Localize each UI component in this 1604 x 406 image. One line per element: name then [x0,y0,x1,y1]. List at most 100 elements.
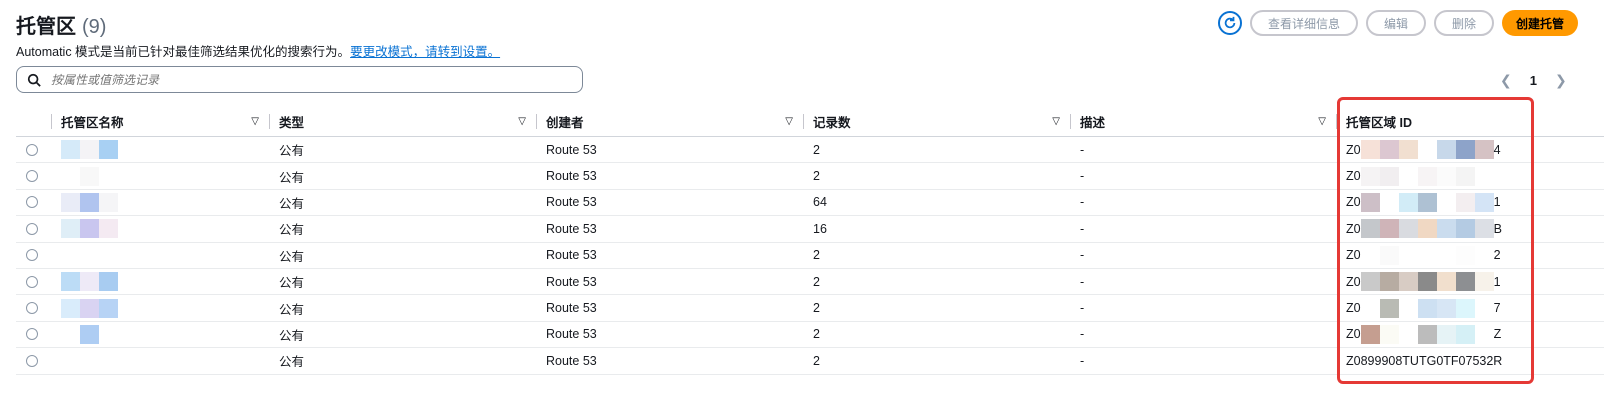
zone-id-cell: Z0 B [1336,215,1604,243]
zone-name-cell[interactable] [51,215,269,243]
table-row[interactable]: 公有 Route 53 2 - Z0 7 [16,294,1604,322]
table-header-row: 托管区名称 ▽ 类型 ▽ 创建者 ▽ 记录数 ▽ 描述 ▽ 托管区域 ID [16,106,1604,137]
column-record-count[interactable]: 记录数 ▽ [803,106,1070,137]
create-hosted-zone-button[interactable]: 创建托管 [1502,10,1579,36]
table-row[interactable]: 公有 Route 53 2 - Z0 2 [16,242,1604,269]
filter-search[interactable] [16,66,583,93]
delete-button[interactable]: 删除 [1434,10,1495,36]
table-row[interactable]: 公有 Route 53 16 - Z0 B [16,215,1604,243]
zone-name-cell[interactable] [51,294,269,322]
view-details-button[interactable]: 查看详细信息 [1250,10,1359,36]
record-count-cell: 16 [803,215,1070,243]
record-count-cell: 64 [803,189,1070,217]
column-type[interactable]: 类型 ▽ [269,106,536,137]
sort-caret-icon[interactable]: ▽ [251,116,259,127]
description-cell: - [1070,162,1336,190]
type-cell: 公有 [269,242,536,269]
created-by-cell: Route 53 [536,162,803,190]
sort-caret-icon[interactable]: ▽ [1052,116,1060,127]
description-cell: - [1070,215,1336,243]
search-mode-info: Automatic 模式是当前已针对最佳筛选结果优化的搜索行为。要更改模式，请转… [16,41,500,60]
description-cell: - [1070,189,1336,217]
radio-button[interactable] [26,354,38,367]
record-count-cell: 2 [803,294,1070,322]
redacted-zone-name [61,298,118,318]
description-cell: - [1070,268,1336,296]
table-row[interactable]: 公有 Route 53 2 - Z0 1 [16,268,1604,296]
header-actions: 查看详细信息 编辑 删除 创建托管 [1218,10,1579,36]
column-description[interactable]: 描述 ▽ [1070,106,1336,137]
table-row[interactable]: 公有 Route 53 64 - Z0 1 [16,189,1604,217]
table-row[interactable]: 公有 Route 53 2 - Z0 Z [16,321,1604,349]
radio-button[interactable] [26,275,38,288]
zone-name-cell[interactable] [51,268,269,296]
page-header: 托管区 (9) [16,10,106,40]
redacted-zone-name [61,140,118,160]
settings-link[interactable]: 要更改模式，请转到设置。 [350,45,500,59]
record-count-cell: 2 [803,268,1070,296]
radio-button[interactable] [26,302,38,315]
chevron-right-icon[interactable]: ❯ [1555,72,1567,89]
created-by-cell: Route 53 [536,189,803,217]
row-select[interactable] [16,136,51,164]
radio-button[interactable] [26,222,38,235]
zone-name-cell[interactable] [51,162,269,190]
table-row[interactable]: 公有 Route 53 2 - Z0 [16,162,1604,190]
radio-button[interactable] [26,143,38,156]
current-page[interactable]: 1 [1530,73,1537,88]
record-count-cell: 2 [803,136,1070,164]
table-row[interactable]: 公有 Route 53 2 - Z0 4 [16,136,1604,164]
zone-name-cell[interactable] [51,136,269,164]
sort-caret-icon[interactable]: ▽ [785,116,793,127]
created-by-cell: Route 53 [536,347,803,375]
sort-caret-icon[interactable]: ▽ [518,116,526,127]
zone-name-cell[interactable] [51,321,269,349]
zone-id-cell: Z0 7 [1336,294,1604,322]
zone-id-cell: Z0899908TUTG0TF07532R [1336,347,1604,375]
search-input[interactable] [49,71,573,88]
sort-caret-icon[interactable]: ▽ [1318,116,1326,127]
type-cell: 公有 [269,215,536,243]
column-select [16,106,51,137]
redacted-zone-id [1360,272,1494,292]
column-zone-name[interactable]: 托管区名称 ▽ [51,106,269,137]
description-cell: - [1070,347,1336,375]
redacted-zone-name [61,166,118,186]
zone-id-cell: Z0 1 [1336,189,1604,217]
radio-button[interactable] [26,249,38,262]
search-mode-text: Automatic 模式是当前已针对最佳筛选结果优化的搜索行为。 [16,45,351,59]
row-select[interactable] [16,268,51,296]
redacted-zone-name [61,351,118,371]
record-count-cell: 2 [803,321,1070,349]
row-select[interactable] [16,347,51,375]
edit-button[interactable]: 编辑 [1366,10,1427,36]
row-select[interactable] [16,242,51,269]
row-select[interactable] [16,294,51,322]
radio-button[interactable] [26,196,38,209]
row-select[interactable] [16,215,51,243]
chevron-left-icon[interactable]: ❮ [1500,72,1512,89]
zone-name-cell[interactable] [51,347,269,375]
zone-id-cell: Z0 4 [1336,136,1604,164]
record-count-cell: 2 [803,242,1070,269]
table-row[interactable]: 公有 Route 53 2 - Z0899908TUTG0TF07532R [16,347,1604,375]
refresh-button[interactable] [1218,11,1242,35]
type-cell: 公有 [269,189,536,217]
created-by-cell: Route 53 [536,321,803,349]
zone-name-cell[interactable] [51,189,269,217]
row-select[interactable] [16,189,51,217]
radio-button[interactable] [26,328,38,341]
type-cell: 公有 [269,321,536,349]
record-count-cell: 2 [803,162,1070,190]
row-select[interactable] [16,162,51,190]
created-by-cell: Route 53 [536,136,803,164]
column-zone-id[interactable]: 托管区域 ID [1336,106,1604,137]
zone-count: (9) [82,16,107,38]
type-cell: 公有 [269,268,536,296]
column-created-by[interactable]: 创建者 ▽ [536,106,803,137]
radio-button[interactable] [26,170,38,183]
row-select[interactable] [16,321,51,349]
zone-name-cell[interactable] [51,242,269,269]
redacted-zone-name [61,245,118,265]
page-title: 托管区 [16,16,76,38]
